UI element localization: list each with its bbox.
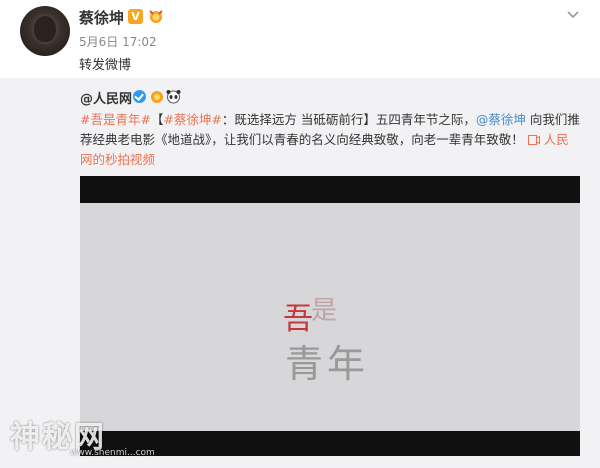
post-header: 蔡徐坤 V 5月6日 17:02 转发微博: [0, 0, 600, 80]
username[interactable]: 蔡徐坤: [79, 7, 124, 28]
video-title-bottom: 青年: [285, 342, 370, 386]
panda-icon: [166, 90, 181, 104]
video-title-top: 吾是: [283, 294, 343, 338]
bracket-open: 【: [150, 112, 164, 127]
video-frame[interactable]: 吾是 青年: [80, 203, 580, 431]
hashtag-link[interactable]: #蔡徐坤#: [163, 112, 221, 127]
verified-blue-icon: [133, 90, 146, 103]
hashtag-link[interactable]: #吾是青年#: [80, 112, 151, 127]
chevron-down-icon[interactable]: [566, 8, 580, 22]
post-text: 转发微博: [79, 58, 132, 73]
repost-body: #吾是青年#【#蔡徐坤#：既选择远方 当砥砺前行】五四青年节之际，@蔡徐坤 向我…: [80, 110, 580, 170]
post-time[interactable]: 5月6日 17:02: [79, 33, 157, 50]
video-title-top-small: 是: [311, 296, 340, 326]
repost-box: @人民网 #吾是青年#【#蔡徐坤#：既选择远方 当砥砺前行】五四青年节之际，@蔡…: [0, 78, 600, 468]
headline-text: ：既选择远方 当砥砺前行】五四青年节之际，: [221, 112, 476, 127]
verified-icon: V: [128, 9, 143, 24]
avatar[interactable]: [20, 6, 70, 56]
mention-link[interactable]: @蔡徐坤: [476, 112, 526, 127]
medal-icon: [149, 10, 163, 23]
video-link-icon: [527, 135, 540, 145]
medal-icon: [151, 91, 163, 103]
repost-author[interactable]: @人民网: [80, 88, 132, 107]
watermark-url: www.shenmi...com: [70, 448, 155, 458]
video-player[interactable]: 吾是 青年: [80, 176, 580, 456]
